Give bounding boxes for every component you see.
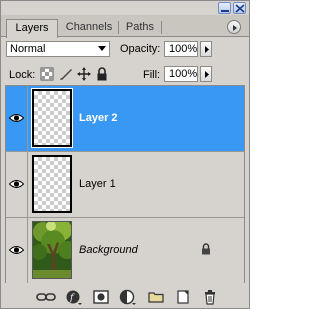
lock-image-button[interactable] <box>59 67 73 81</box>
eye-icon <box>9 180 24 188</box>
lock-label: Lock: <box>9 69 36 81</box>
close-button[interactable] <box>233 2 246 14</box>
new-group-button[interactable] <box>147 288 165 306</box>
layer-thumbnail[interactable] <box>32 221 72 279</box>
new-layer-button[interactable] <box>174 288 192 306</box>
fill-label: Fill: <box>143 69 161 81</box>
visibility-toggle[interactable] <box>6 218 28 283</box>
tab-channels[interactable]: Channels <box>61 19 117 37</box>
tab-layers[interactable]: Layers <box>6 19 58 38</box>
layer-thumbnail[interactable] <box>32 155 72 213</box>
tree-photo-thumbnail <box>33 222 71 278</box>
opacity-field[interactable]: 100% <box>164 41 198 57</box>
eye-icon <box>9 246 24 254</box>
lock-icon <box>202 243 210 255</box>
layer-name[interactable]: Layer 1 <box>79 178 116 190</box>
layer-style-button[interactable]: f <box>65 288 83 306</box>
adjustment-layer-icon <box>119 289 136 305</box>
layer-style-icon: f <box>66 290 82 305</box>
blend-mode-select[interactable]: Normal <box>6 41 110 57</box>
lock-position-button[interactable] <box>77 67 91 81</box>
lock-all-icon <box>97 67 107 81</box>
tab-strip: Layers Channels Paths <box>1 15 249 38</box>
lock-image-pixels-icon <box>60 69 72 80</box>
fill-field[interactable]: 100% <box>164 66 198 82</box>
arrow-right-icon <box>205 46 209 53</box>
visibility-toggle[interactable] <box>6 152 28 217</box>
add-mask-button[interactable] <box>92 288 110 306</box>
trash-icon <box>205 290 215 305</box>
new-group-icon <box>148 292 164 303</box>
chevron-down-icon <box>98 46 106 51</box>
lock-position-icon <box>77 67 91 81</box>
layer-mask-icon <box>93 290 109 304</box>
fill-slider-button[interactable] <box>200 66 212 82</box>
lock-transparent-button[interactable] <box>40 67 54 81</box>
blend-opacity-row: Normal Opacity: 100% <box>1 37 249 62</box>
layer-name[interactable]: Background <box>79 244 138 256</box>
lock-all-button[interactable] <box>95 67 109 81</box>
lock-fill-row: Lock: Fill: 100% <box>1 62 249 86</box>
eye-icon <box>9 114 24 122</box>
layer-row-background[interactable]: Background <box>6 218 244 284</box>
minimize-button[interactable] <box>218 2 231 14</box>
blend-mode-value: Normal <box>10 43 46 55</box>
opacity-slider-button[interactable] <box>200 41 212 57</box>
layer-row-layer-1[interactable]: Layer 1 <box>6 152 244 218</box>
link-layers-button[interactable] <box>35 288 57 306</box>
minimize-icon <box>221 10 229 12</box>
delete-layer-button[interactable] <box>201 288 219 306</box>
panel-menu-button[interactable] <box>227 20 241 34</box>
layer-list: Layer 2 Layer 1 Background <box>5 85 245 284</box>
link-layers-icon <box>36 293 56 301</box>
panel-menu-arrow-icon <box>233 25 237 31</box>
visibility-toggle[interactable] <box>6 86 28 151</box>
adjustment-layer-button[interactable] <box>119 288 137 306</box>
layers-toolbar: f <box>1 285 249 309</box>
new-layer-icon <box>177 290 189 304</box>
layer-name[interactable]: Layer 2 <box>79 112 118 124</box>
layer-thumbnail[interactable] <box>31 88 73 148</box>
layer-row-layer-2[interactable]: Layer 2 <box>6 86 244 152</box>
lock-transparent-pixels-icon <box>40 67 54 81</box>
arrow-right-icon <box>205 71 209 78</box>
layers-panel: Layers Channels Paths Normal Opacity: 10… <box>0 0 250 309</box>
opacity-label: Opacity: <box>120 43 161 55</box>
close-icon <box>235 4 245 13</box>
tab-divider <box>118 21 119 34</box>
tab-paths[interactable]: Paths <box>120 19 160 37</box>
tab-divider <box>161 21 162 34</box>
